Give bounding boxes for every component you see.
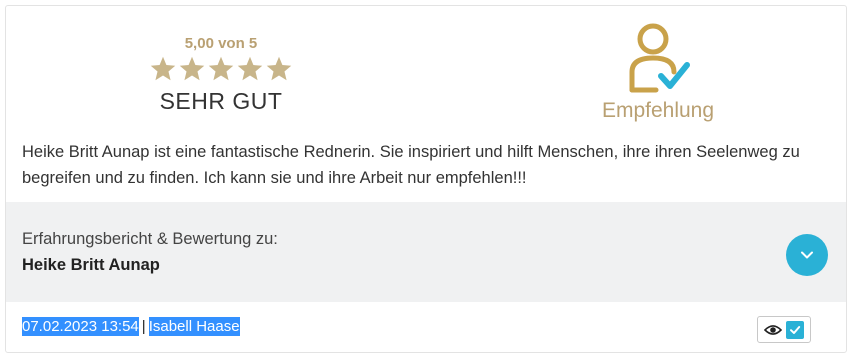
review-actions	[757, 316, 811, 343]
star-icon	[237, 56, 263, 81]
star-icon	[208, 56, 234, 81]
recommendation: Empfehlung	[588, 20, 728, 123]
rating-label: SEHR GUT	[159, 88, 283, 114]
rating-score: 5,00 von 5	[184, 35, 258, 52]
meta-separator: |	[141, 318, 146, 335]
star-icon	[150, 56, 176, 81]
subject-intro: Erfahrungsbericht & Bewertung zu:	[22, 230, 278, 248]
review-date: 07.02.2023 13:54	[22, 317, 139, 336]
star-icon	[179, 56, 205, 81]
chevron-down-icon	[801, 251, 813, 259]
check-icon	[790, 325, 801, 334]
review-meta: 07.02.2023 13:54 | Isabell Haase	[22, 317, 240, 336]
eye-icon[interactable]	[764, 323, 782, 337]
review-text: Heike Britt Aunap ist eine fantastische …	[22, 143, 800, 187]
review-author: Isabell Haase	[148, 317, 240, 336]
expand-toggle-button[interactable]	[786, 234, 828, 276]
review-card: 5,00 von 5 SEHR GUT Empfehlung Heike Bri…	[5, 5, 847, 353]
rating-summary: 5,00 von 5 SEHR GUT	[136, 34, 306, 115]
review-subject: Erfahrungsbericht & Bewertung zu: Heike …	[6, 202, 846, 302]
subject-name: Heike Britt Aunap	[22, 256, 160, 274]
checkbox-icon[interactable]	[786, 320, 804, 339]
star-rating	[136, 55, 306, 85]
recommendation-label: Empfehlung	[601, 99, 715, 122]
user-check-icon	[629, 23, 690, 93]
star-icon	[266, 56, 292, 81]
